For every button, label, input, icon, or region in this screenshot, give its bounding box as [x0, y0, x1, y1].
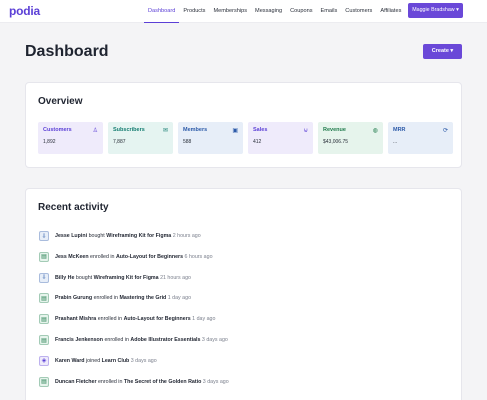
- activity-text: Billy He bought Wireframing Kit for Figm…: [55, 274, 191, 281]
- activity-time: 1 day ago: [190, 316, 216, 323]
- activity-text: Prabin Gurung enrolled in Mastering the …: [55, 295, 192, 302]
- activity-time: 6 hours ago: [183, 253, 213, 260]
- course-icon: ▤: [39, 293, 49, 304]
- download-icon: ⇩: [39, 231, 49, 241]
- activity-text: Francis Jenkenson enrolled in Adobe Illu…: [55, 337, 228, 343]
- metric-mrr[interactable]: MRR... ⟳: [388, 122, 453, 154]
- envelope-icon: ✉: [162, 128, 168, 134]
- metric-label: Customers: [43, 127, 72, 133]
- metric-subscribers[interactable]: Subscribers 7,887 ✉: [108, 122, 173, 154]
- overview-card: Overview Customers 1,892 ♙ Subscribers 7,887…: [25, 82, 462, 168]
- metric-value: 412: [253, 139, 262, 145]
- metric-label: Members: [183, 127, 208, 133]
- nav-memberships[interactable]: Memberships: [209, 0, 251, 23]
- metric-value: 7,887: [113, 139, 126, 145]
- activity-time: 21 hours ago: [158, 274, 191, 281]
- activity-item: ◈ Karen Ward joined Learn Club 3 days ago: [39, 353, 157, 369]
- user-menu-button[interactable]: Maggie Bradshaw ▾: [408, 3, 463, 18]
- nav-products[interactable]: Products: [179, 0, 209, 23]
- id-card-icon: ▣: [232, 128, 238, 134]
- podia-logo[interactable]: podia: [9, 4, 40, 18]
- nav-emails[interactable]: Emails: [317, 0, 342, 23]
- recent-activity-title: Recent activity: [38, 202, 109, 213]
- nav-affiliates[interactable]: Affiliates: [376, 0, 405, 23]
- activity-text: Jess McKeen enrolled in Auto-Layout for …: [55, 253, 213, 260]
- product-name-link[interactable]: Auto-Layout for Beginners: [116, 254, 183, 260]
- nav-coupons[interactable]: Coupons: [286, 0, 316, 23]
- create-button[interactable]: Create ▾: [423, 44, 462, 59]
- customer-name-link[interactable]: Prashant Mishra: [55, 316, 96, 322]
- activity-text: Jesse Lupini bought Wireframing Kit for …: [55, 233, 201, 239]
- nav-messaging[interactable]: Messaging: [251, 0, 286, 23]
- metric-label: Subscribers: [113, 127, 145, 133]
- metric-revenue[interactable]: Revenue $43,006.75 ◍: [318, 122, 383, 154]
- activity-time: 2 hours ago: [171, 233, 201, 239]
- customer-name-link[interactable]: Jesse Lupini: [55, 233, 87, 239]
- metric-value: $43,006.75: [323, 139, 349, 145]
- course-icon: ▤: [39, 251, 49, 262]
- course-icon: ▤: [39, 376, 49, 387]
- globe-icon: ◍: [372, 128, 378, 134]
- download-icon: ⇩: [39, 272, 49, 283]
- product-name-link[interactable]: Wireframing Kit for Figma: [94, 275, 159, 281]
- product-name-link[interactable]: The Secret of the Golden Ratio: [124, 379, 201, 385]
- product-name-link[interactable]: Learn Club: [102, 358, 130, 364]
- activity-text: Prashant Mishra enrolled in Auto-Layout …: [55, 316, 216, 323]
- customer-name-link[interactable]: Francis Jenkenson: [55, 337, 103, 343]
- metric-sales[interactable]: Sales 412 ⊍: [248, 122, 313, 154]
- metric-label: MRR: [393, 127, 406, 133]
- course-icon: ▤: [39, 335, 49, 345]
- customer-name-link[interactable]: Jess McKeen: [55, 254, 89, 260]
- product-name-link[interactable]: Auto-Layout for Beginners: [124, 316, 191, 322]
- page-title: Dashboard: [25, 43, 109, 60]
- customer-name-link[interactable]: Duncan Fletcher: [55, 379, 97, 385]
- metric-customers[interactable]: Customers 1,892 ♙: [38, 122, 103, 154]
- metric-value: 1,892: [43, 139, 56, 145]
- top-navbar: podia Dashboard Products Memberships Mes…: [0, 0, 487, 23]
- activity-item: ▤ Duncan Fletcher enrolled in The Secret …: [39, 374, 229, 390]
- activity-item: ⇩ Billy He bought Wireframing Kit for Fig…: [39, 270, 191, 286]
- course-icon: ▤: [39, 314, 49, 325]
- product-name-link[interactable]: Wireframing Kit for Figma: [106, 233, 171, 239]
- refresh-icon: ⟳: [442, 128, 448, 134]
- metric-label: Revenue: [323, 127, 346, 133]
- nav-dashboard[interactable]: Dashboard: [144, 0, 180, 23]
- metric-value: ...: [393, 139, 398, 145]
- customer-name-link[interactable]: Karen Ward: [55, 358, 85, 364]
- customer-name-link[interactable]: Billy He: [55, 275, 74, 281]
- customer-name-link[interactable]: Prabin Gurung: [55, 295, 92, 301]
- metric-label: Sales: [253, 127, 268, 133]
- main-nav: Dashboard Products Memberships Messaging…: [144, 0, 427, 23]
- activity-item: ⇩ Jesse Lupini bought Wireframing Kit for…: [39, 228, 201, 244]
- activity-item: ▤ Prabin Gurung enrolled in Mastering the…: [39, 290, 191, 306]
- recent-activity-card: Recent activity ⇩ Jesse Lupini bought Wir…: [25, 188, 462, 400]
- metric-members[interactable]: Members 588 ▣: [178, 122, 243, 154]
- product-name-link[interactable]: Adobe Illustrator Essentials: [130, 337, 200, 343]
- activity-text: Karen Ward joined Learn Club 3 days ago: [55, 357, 157, 364]
- overview-title: Overview: [38, 96, 83, 107]
- activity-item: ▤ Francis Jenkenson enrolled in Adobe Ill…: [39, 332, 228, 348]
- activity-text: Duncan Fletcher enrolled in The Secret o…: [55, 378, 229, 385]
- nav-customers[interactable]: Customers: [341, 0, 376, 23]
- activity-time: 3 days ago: [129, 357, 157, 364]
- metric-value: 588: [183, 139, 192, 145]
- activity-item: ▤ Jess McKeen enrolled in Auto-Layout for…: [39, 249, 213, 265]
- member-icon: ◈: [39, 355, 49, 366]
- activity-time: 3 days ago: [200, 337, 228, 343]
- activity-time: 1 day ago: [166, 295, 192, 302]
- cart-icon: ⊍: [303, 128, 308, 134]
- activity-item: ▤ Prashant Mishra enrolled in Auto-Layout…: [39, 311, 215, 327]
- user-icon: ♙: [92, 128, 98, 134]
- activity-time: 3 days ago: [201, 378, 229, 385]
- product-name-link[interactable]: Mastering the Grid: [119, 295, 166, 301]
